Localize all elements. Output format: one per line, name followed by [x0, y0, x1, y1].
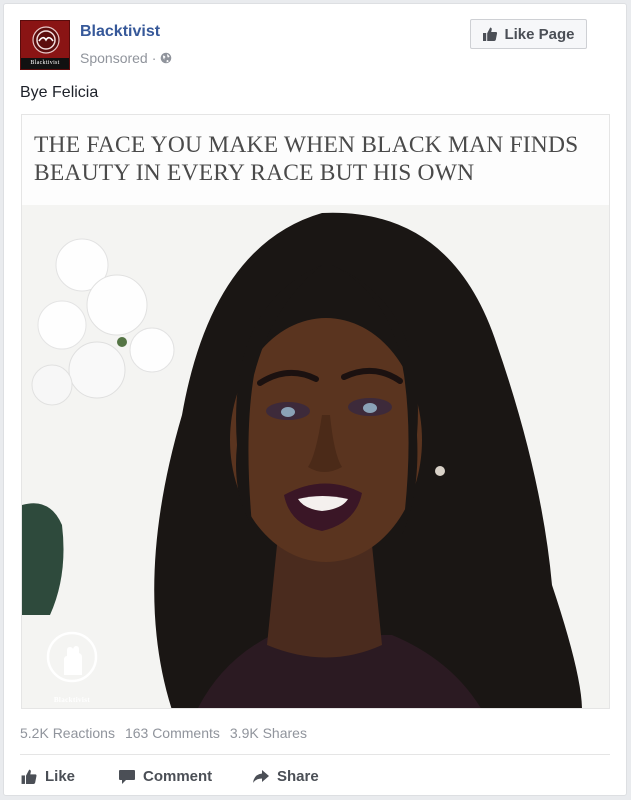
share-button[interactable]: Share	[252, 761, 352, 791]
thumbs-up-icon	[21, 769, 37, 784]
share-label: Share	[277, 767, 319, 785]
image-headline: THE FACE YOU MAKE WHEN BLACK MAN FINDS B…	[34, 132, 579, 186]
shares-count[interactable]: 3.9K Shares	[230, 725, 307, 741]
sponsored-separator: ·	[151, 50, 157, 66]
thumbs-up-icon	[483, 27, 498, 41]
avatar-band: Blacktivist	[21, 58, 69, 69]
actions-divider	[20, 754, 610, 755]
engagement-stats: 5.2K Reactions 163 Comments 3.9K Shares	[20, 725, 307, 741]
watermark-label: Blacktivist	[53, 696, 91, 704]
comment-label: Comment	[143, 767, 213, 785]
like-button[interactable]: Like	[20, 761, 118, 791]
sponsored-post: Blacktivist Blacktivist Sponsored · Like…	[3, 3, 627, 796]
action-bar: Like Comment Share	[20, 761, 352, 791]
post-image[interactable]: THE FACE YOU MAKE WHEN BLACK MAN FINDS B…	[21, 114, 610, 709]
globe-icon[interactable]	[160, 52, 172, 64]
sponsored-line: Sponsored ·	[80, 50, 172, 66]
sponsored-label[interactable]: Sponsored	[80, 50, 148, 66]
comment-icon	[119, 769, 135, 784]
page-name-link[interactable]: Blacktivist	[80, 23, 160, 41]
like-page-label: Like Page	[504, 25, 575, 43]
post-caption: Bye Felicia	[20, 84, 99, 101]
share-arrow-icon	[253, 769, 269, 783]
page-avatar[interactable]: Blacktivist	[20, 20, 70, 70]
avatar-label: Blacktivist	[30, 60, 60, 66]
comments-count[interactable]: 163 Comments	[125, 725, 220, 741]
reactions-count[interactable]: 5.2K Reactions	[20, 725, 115, 741]
comment-button[interactable]: Comment	[118, 761, 252, 791]
meme-photo	[22, 115, 609, 708]
like-label: Like	[45, 767, 76, 785]
fist-emblem-icon	[32, 26, 60, 54]
like-page-button[interactable]: Like Page	[470, 19, 587, 49]
